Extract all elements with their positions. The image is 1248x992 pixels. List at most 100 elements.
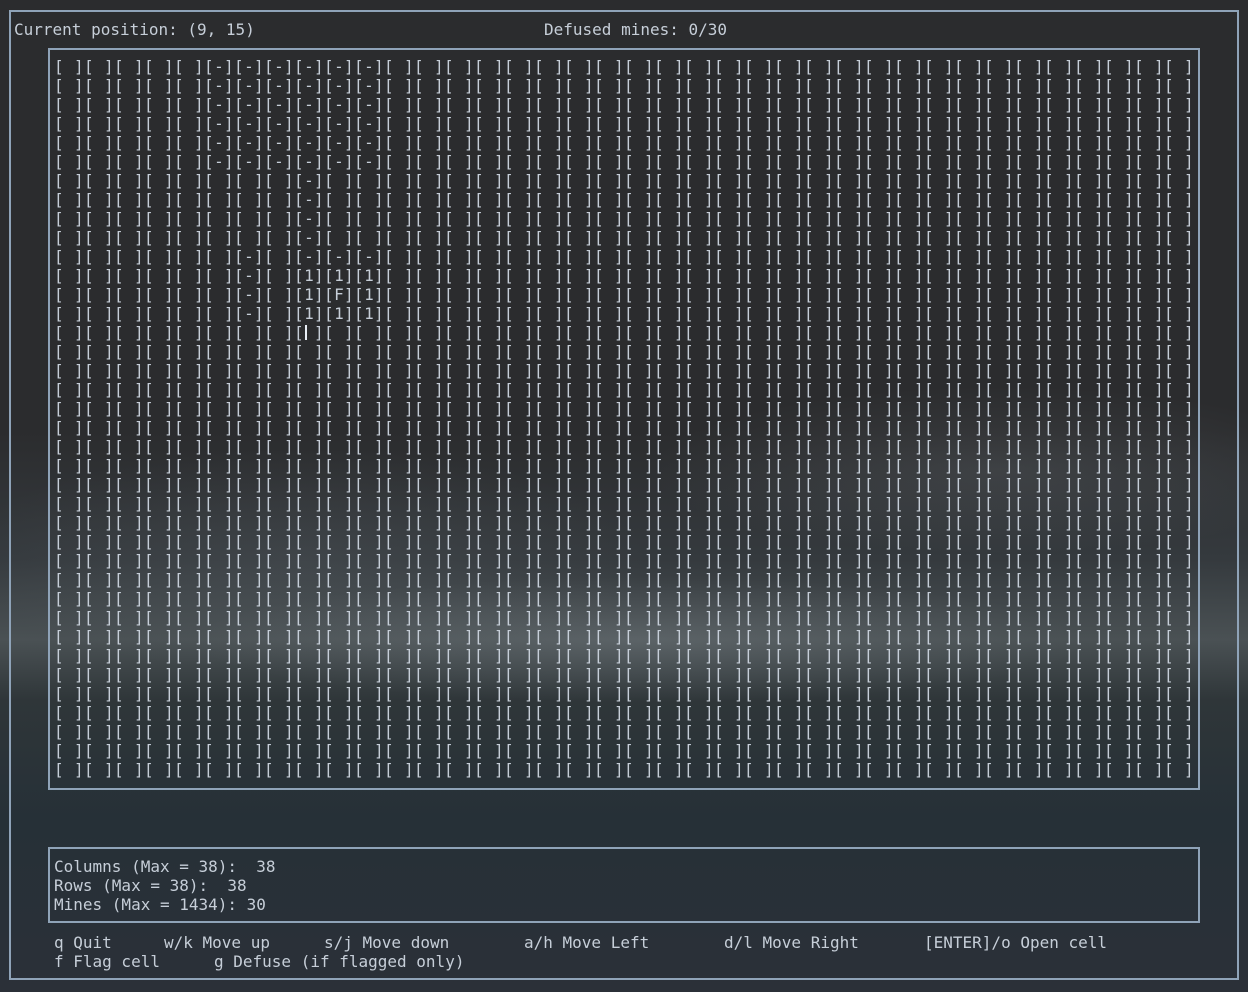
board-cell[interactable]: [ ] bbox=[894, 95, 924, 114]
board-cell[interactable]: [ ] bbox=[414, 361, 444, 380]
board-cell[interactable]: [ ] bbox=[114, 152, 144, 171]
board-cell[interactable]: [ ] bbox=[1044, 646, 1074, 665]
board-cell[interactable]: [ ] bbox=[564, 152, 594, 171]
board-cell[interactable]: [ ] bbox=[954, 665, 984, 684]
board-cell[interactable]: [ ] bbox=[1044, 228, 1074, 247]
board-cell[interactable]: [ ] bbox=[264, 608, 294, 627]
board-cell[interactable]: [ ] bbox=[1074, 171, 1104, 190]
board-cell[interactable]: [ ] bbox=[744, 95, 774, 114]
board-cell[interactable]: [ ] bbox=[834, 361, 864, 380]
board-cell[interactable]: [ ] bbox=[894, 399, 924, 418]
board-cell[interactable]: [ ] bbox=[954, 323, 984, 342]
board-cell[interactable]: [ ] bbox=[84, 665, 114, 684]
board-cell[interactable]: [ ] bbox=[564, 646, 594, 665]
board-cell[interactable]: [ ] bbox=[1164, 665, 1194, 684]
board-cell[interactable]: [ ] bbox=[1104, 342, 1134, 361]
board-cell[interactable]: [ ] bbox=[1044, 418, 1074, 437]
board-cell[interactable]: [ ] bbox=[444, 608, 474, 627]
board-cell[interactable]: [ ] bbox=[174, 513, 204, 532]
board-cell[interactable]: [ ] bbox=[594, 247, 624, 266]
board-cell[interactable]: [ ] bbox=[294, 722, 324, 741]
board-cell[interactable]: [ ] bbox=[114, 475, 144, 494]
board-cell[interactable]: [ ] bbox=[1134, 494, 1164, 513]
board-cell[interactable]: [ ] bbox=[324, 627, 354, 646]
board-cell[interactable]: [ ] bbox=[804, 228, 834, 247]
board-cell[interactable]: [ ] bbox=[774, 684, 804, 703]
board-cell-empty[interactable]: [-] bbox=[354, 114, 384, 133]
board-cell[interactable]: [ ] bbox=[294, 551, 324, 570]
board-cell[interactable]: [ ] bbox=[624, 57, 654, 76]
board-cell[interactable]: [ ] bbox=[1074, 247, 1104, 266]
board-cell[interactable]: [ ] bbox=[354, 684, 384, 703]
board-cell[interactable]: [ ] bbox=[774, 266, 804, 285]
board-cell[interactable]: [ ] bbox=[954, 627, 984, 646]
board-cell[interactable]: [ ] bbox=[204, 627, 234, 646]
board-cell[interactable]: [ ] bbox=[564, 437, 594, 456]
board-cell[interactable]: [ ] bbox=[924, 722, 954, 741]
board-cell[interactable]: [ ] bbox=[444, 570, 474, 589]
board-cell[interactable]: [ ] bbox=[594, 760, 624, 779]
board-cell[interactable]: [ ] bbox=[1164, 418, 1194, 437]
board-cell[interactable]: [ ] bbox=[324, 665, 354, 684]
board-cell[interactable]: [ ] bbox=[684, 266, 714, 285]
board-cell[interactable]: [ ] bbox=[1044, 114, 1074, 133]
board-cell[interactable]: [ ] bbox=[384, 437, 414, 456]
board-cell[interactable]: [ ] bbox=[1014, 190, 1044, 209]
board-cell[interactable]: [ ] bbox=[384, 323, 414, 342]
board-cell[interactable]: [ ] bbox=[714, 190, 744, 209]
board-cell[interactable]: [ ] bbox=[84, 703, 114, 722]
board-cell[interactable]: [ ] bbox=[504, 437, 534, 456]
board-cell[interactable]: [ ] bbox=[954, 361, 984, 380]
board-cell[interactable]: [ ] bbox=[1074, 209, 1104, 228]
board-cell[interactable]: [ ] bbox=[684, 95, 714, 114]
board-cell[interactable]: [ ] bbox=[174, 475, 204, 494]
board-cell[interactable]: [ ] bbox=[114, 665, 144, 684]
board-cell[interactable]: [ ] bbox=[264, 380, 294, 399]
board-cell[interactable]: [ ] bbox=[324, 646, 354, 665]
board-cell[interactable]: [ ] bbox=[924, 589, 954, 608]
board-cell[interactable]: [ ] bbox=[414, 190, 444, 209]
board-cell[interactable]: [ ] bbox=[534, 418, 564, 437]
board-cell[interactable]: [ ] bbox=[954, 494, 984, 513]
board-cell[interactable]: [ ] bbox=[234, 171, 264, 190]
board-cell[interactable]: [ ] bbox=[474, 133, 504, 152]
board-cell[interactable]: [ ] bbox=[444, 266, 474, 285]
board-cell[interactable]: [ ] bbox=[54, 95, 84, 114]
board-cell[interactable]: [ ] bbox=[144, 323, 174, 342]
board-cell[interactable]: [ ] bbox=[894, 456, 924, 475]
board-cell[interactable]: [ ] bbox=[474, 342, 504, 361]
board-cell[interactable]: [ ] bbox=[384, 190, 414, 209]
board-cell-empty[interactable]: [-] bbox=[294, 57, 324, 76]
board-cell[interactable]: [ ] bbox=[1134, 646, 1164, 665]
board-cell[interactable]: [ ] bbox=[654, 494, 684, 513]
board-cell[interactable]: [ ] bbox=[834, 684, 864, 703]
board-cell[interactable]: [ ] bbox=[894, 76, 924, 95]
board-cell[interactable]: [ ] bbox=[534, 703, 564, 722]
board-cell[interactable]: [ ] bbox=[564, 722, 594, 741]
board-cell[interactable]: [ ] bbox=[234, 475, 264, 494]
board-cell[interactable]: [ ] bbox=[714, 684, 744, 703]
board-cell[interactable]: [ ] bbox=[984, 228, 1014, 247]
board-cell[interactable]: [ ] bbox=[324, 380, 354, 399]
board-cell[interactable]: [ ] bbox=[1014, 380, 1044, 399]
board-cell[interactable]: [ ] bbox=[924, 57, 954, 76]
board-cell[interactable]: [ ] bbox=[864, 475, 894, 494]
board-cell[interactable]: [ ] bbox=[654, 760, 684, 779]
board-cell[interactable]: [ ] bbox=[384, 684, 414, 703]
board-cell[interactable]: [ ] bbox=[384, 475, 414, 494]
board-cell[interactable]: [ ] bbox=[84, 380, 114, 399]
board-cell[interactable]: [ ] bbox=[624, 665, 654, 684]
board-cell[interactable]: [ ] bbox=[1074, 475, 1104, 494]
board-cell[interactable]: [ ] bbox=[1044, 532, 1074, 551]
board-cell[interactable]: [ ] bbox=[534, 684, 564, 703]
board-cell[interactable]: [ ] bbox=[174, 209, 204, 228]
board-cell[interactable]: [ ] bbox=[534, 494, 564, 513]
board-cell[interactable]: [ ] bbox=[504, 722, 534, 741]
board-cell[interactable]: [ ] bbox=[684, 608, 714, 627]
board-cell[interactable]: [ ] bbox=[834, 247, 864, 266]
board-cell[interactable]: [ ] bbox=[474, 266, 504, 285]
board-cell[interactable]: [ ] bbox=[744, 684, 774, 703]
board-cell[interactable]: [ ] bbox=[714, 342, 744, 361]
board-cell[interactable]: [ ] bbox=[864, 665, 894, 684]
board-cell-empty[interactable]: [-] bbox=[294, 133, 324, 152]
